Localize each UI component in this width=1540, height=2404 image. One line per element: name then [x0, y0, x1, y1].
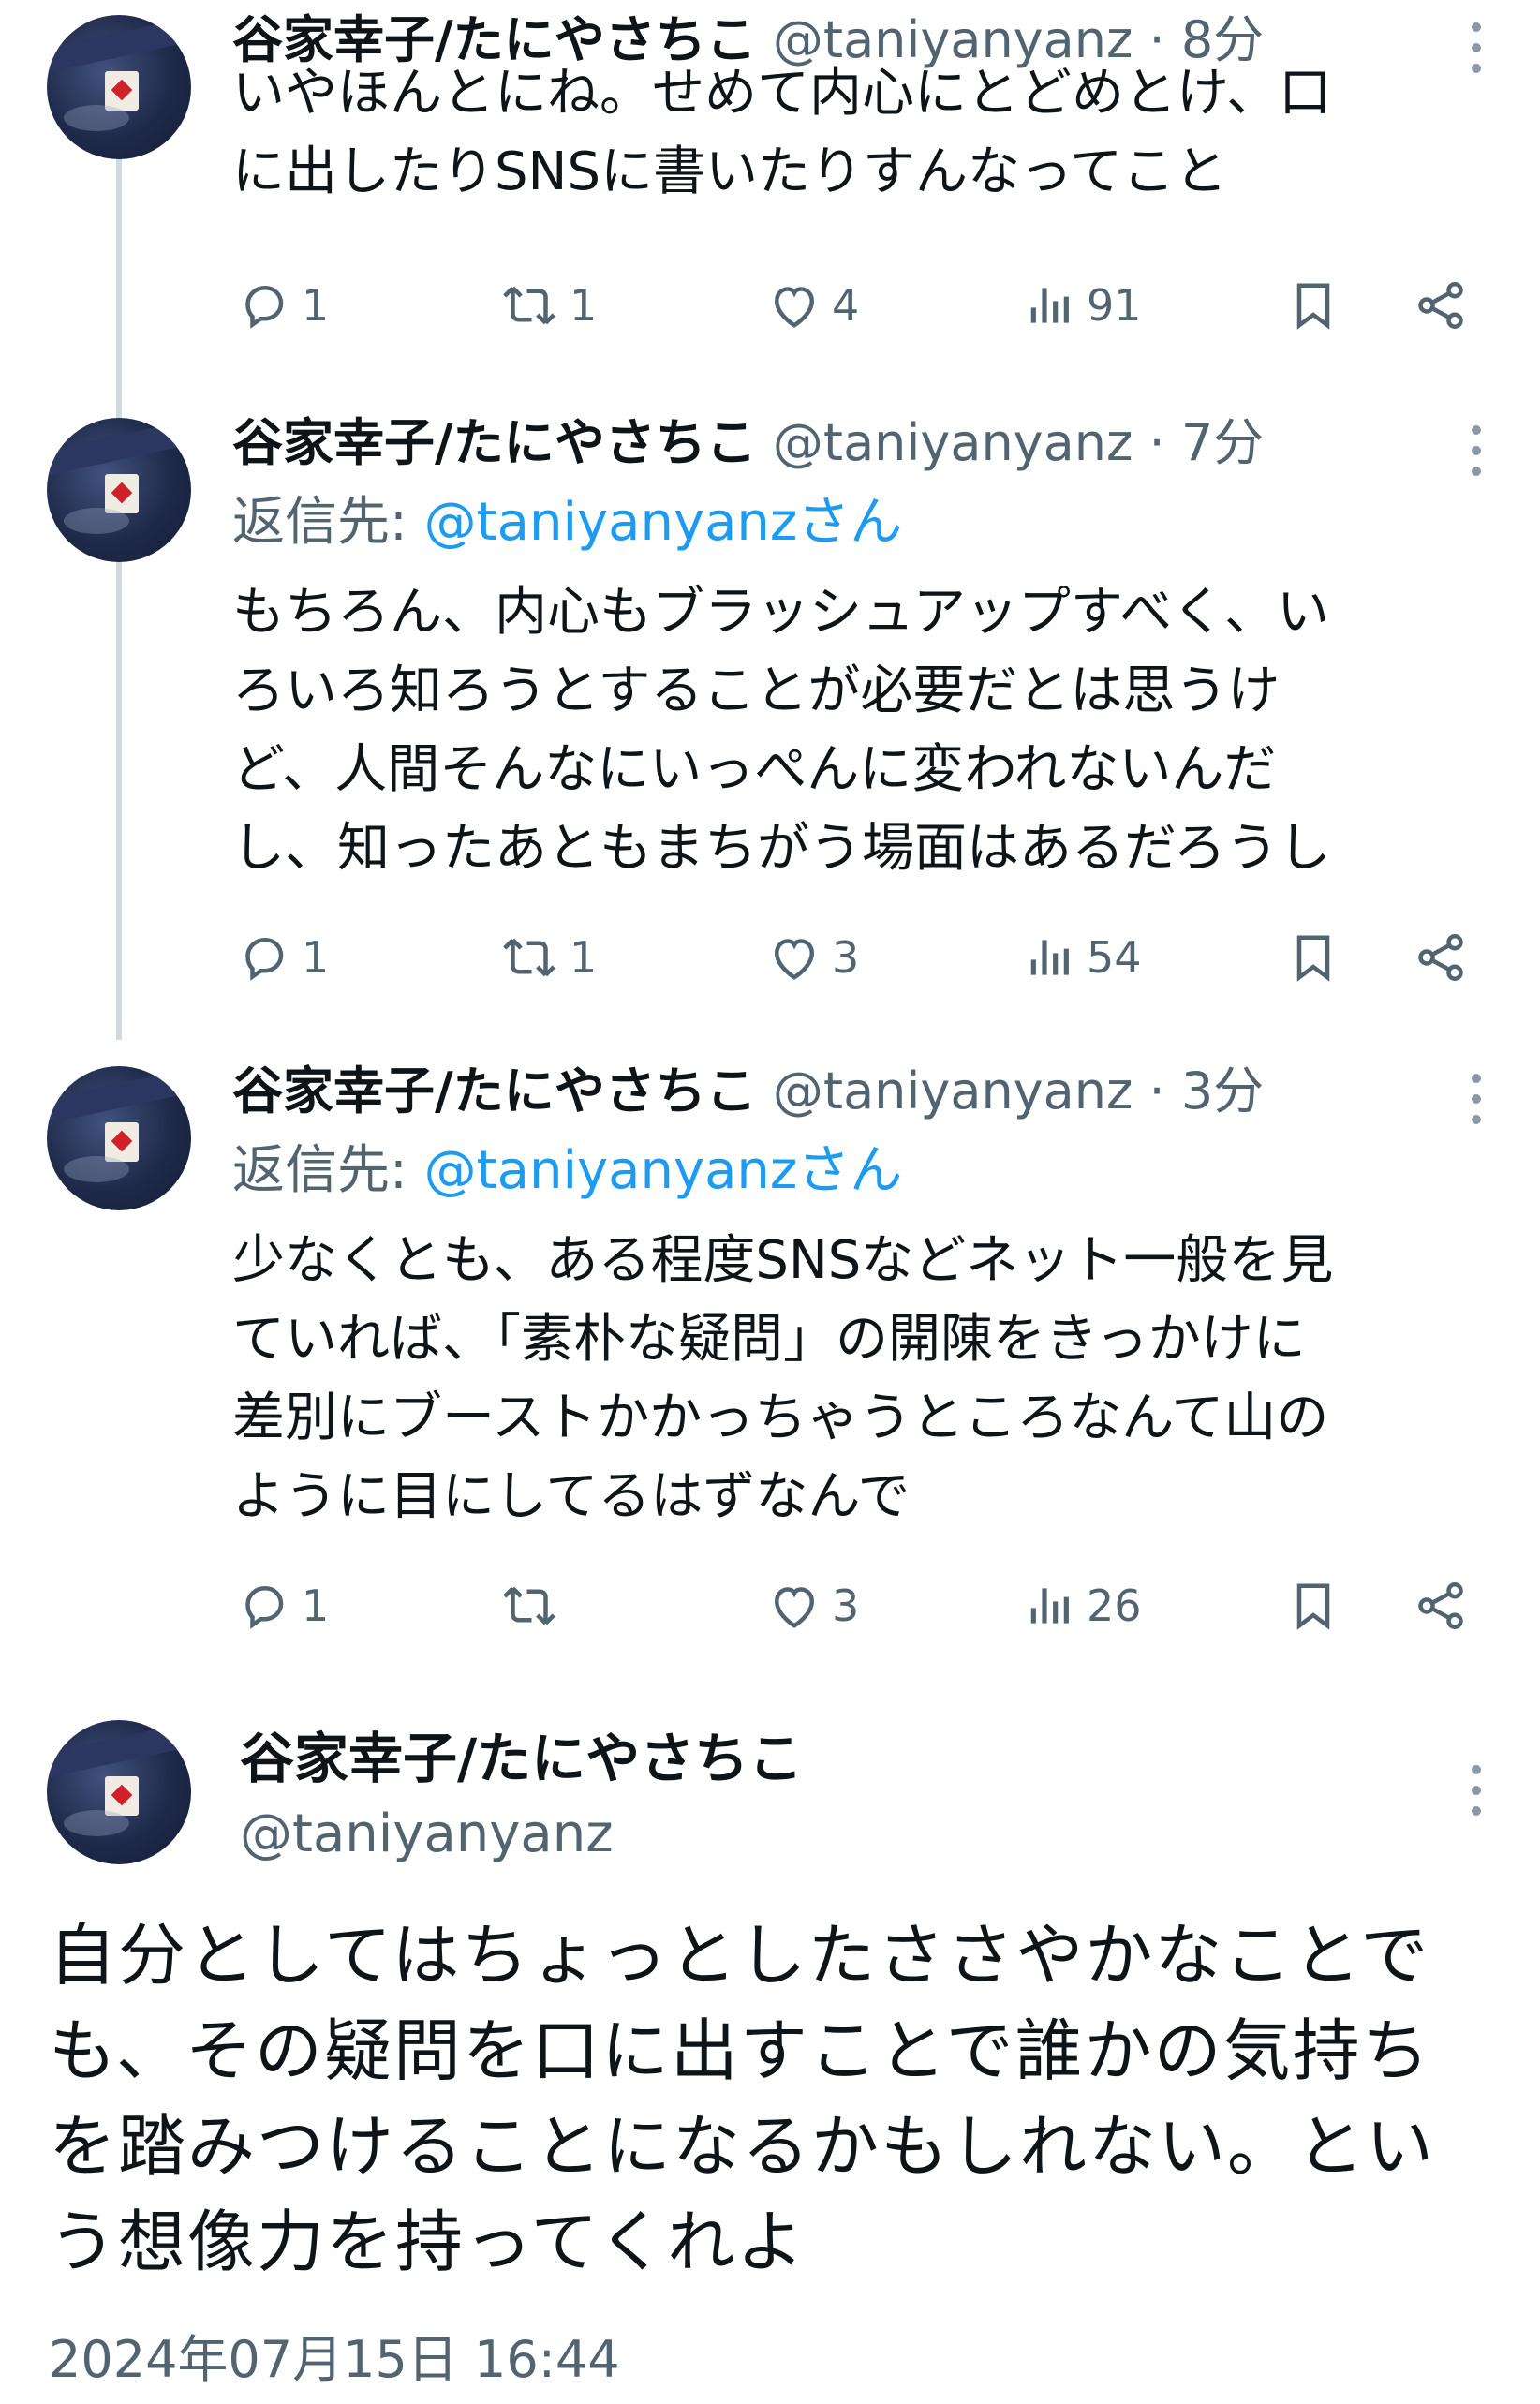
post-time[interactable]: 7分: [1181, 413, 1264, 472]
avatar[interactable]: [47, 1066, 191, 1210]
like-button[interactable]: 3: [766, 1568, 859, 1643]
repost-icon: [503, 938, 555, 977]
avatar[interactable]: [47, 15, 191, 159]
reply-to-link[interactable]: @taniyanyanzさん: [424, 1140, 903, 1201]
action-bar: 1 1 4 91: [0, 268, 1540, 343]
like-count: 3: [832, 932, 860, 983]
reply-to-label: 返信先:: [232, 1140, 424, 1201]
like-count: 3: [832, 1580, 860, 1631]
bookmark-icon: [1296, 935, 1330, 982]
share-icon: [1418, 1582, 1463, 1629]
repost-icon: [503, 286, 555, 325]
post-time[interactable]: 3分: [1181, 1061, 1264, 1120]
reply-button[interactable]: 1: [236, 268, 329, 343]
bookmark-button[interactable]: [1285, 920, 1341, 995]
views-count: 91: [1087, 280, 1142, 331]
share-icon: [1418, 934, 1463, 981]
views-button[interactable]: 26: [1025, 1568, 1142, 1643]
like-icon: [774, 1587, 815, 1628]
reply-to-label: 返信先:: [232, 492, 424, 553]
repost-count: 1: [570, 280, 598, 331]
reply-count: 1: [302, 1580, 330, 1631]
bookmark-button[interactable]: [1285, 268, 1341, 343]
views-icon: [1030, 1588, 1069, 1624]
bookmark-button[interactable]: [1285, 1568, 1341, 1643]
like-button[interactable]: 3: [766, 920, 859, 995]
tweet-text: いやほんとにね。せめて内心にとどめとけ、口 に出したりSNSに書いたりすんなって…: [232, 63, 1332, 202]
reply-icon: [245, 1585, 284, 1629]
reply-icon: [245, 937, 284, 981]
more-icon[interactable]: [1467, 425, 1486, 476]
avatar[interactable]: [47, 1720, 191, 1864]
separator-dot: ·: [1148, 1061, 1165, 1120]
reply-to-link[interactable]: @taniyanyanzさん: [424, 492, 903, 553]
share-icon: [1418, 282, 1463, 329]
thread-connector-line: [116, 112, 122, 1040]
views-icon: [1030, 940, 1069, 975]
views-icon: [1030, 288, 1069, 323]
repost-icon: [503, 1586, 555, 1625]
repost-count: 1: [570, 932, 598, 983]
reply-count: 1: [302, 280, 330, 331]
user-handle[interactable]: @taniyanyanz: [773, 413, 1133, 472]
repost-button[interactable]: [498, 1568, 570, 1643]
reply-to-line: 返信先: @taniyanyanzさん: [232, 1145, 902, 1197]
repost-button[interactable]: 1: [498, 920, 597, 995]
bookmark-icon: [1296, 283, 1330, 330]
bookmark-icon: [1296, 1583, 1330, 1630]
display-name[interactable]: 谷家幸子/たにやさちこ: [232, 413, 757, 472]
share-button[interactable]: [1413, 1568, 1469, 1643]
share-button[interactable]: [1413, 268, 1469, 343]
separator-dot: ·: [1148, 413, 1165, 472]
action-bar: 1 1 3 54: [0, 920, 1540, 995]
reply-button[interactable]: 1: [236, 1568, 329, 1643]
reply-icon: [245, 285, 284, 329]
display-name[interactable]: 谷家幸子/たにやさちこ: [232, 1061, 757, 1120]
avatar[interactable]: [47, 418, 191, 562]
reply-to-line: 返信先: @taniyanyanzさん: [232, 497, 902, 549]
like-icon: [774, 287, 815, 328]
tweet-text: 自分としてはちょっとしたささやかなことで も、その疑問を口に出すことで誰かの気持…: [49, 1916, 1436, 2281]
reply-button[interactable]: 1: [236, 920, 329, 995]
like-icon: [774, 939, 815, 980]
tweet-header: 谷家幸子/たにやさちこ @taniyanyanz · 7分: [232, 418, 1264, 468]
more-icon[interactable]: [1467, 1765, 1486, 1816]
tweet-text: もちろん、内心もブラッシュアップすべく、い ろいろ知ろうとすることが必要だとは思…: [232, 582, 1331, 879]
action-bar: 1 3 26: [0, 1568, 1540, 1643]
views-count: 26: [1087, 1580, 1142, 1631]
display-name[interactable]: 谷家幸子/たにやさちこ: [240, 1731, 803, 1786]
like-count: 4: [832, 280, 860, 331]
views-count: 54: [1087, 932, 1142, 983]
user-handle[interactable]: @taniyanyanz: [773, 1061, 1133, 1120]
share-button[interactable]: [1413, 920, 1469, 995]
more-icon[interactable]: [1467, 1074, 1486, 1124]
repost-button[interactable]: 1: [498, 268, 597, 343]
views-button[interactable]: 54: [1025, 920, 1142, 995]
user-handle[interactable]: @taniyanyanz: [240, 1808, 614, 1861]
like-button[interactable]: 4: [766, 268, 859, 343]
reply-count: 1: [302, 932, 330, 983]
views-button[interactable]: 91: [1025, 268, 1142, 343]
post-timestamp[interactable]: 2024年07月15日 16:44: [49, 2335, 620, 2385]
tweet-text: 少なくとも、ある程度SNSなどネット一般を見 ていれば、「素朴な疑問」の開陳をき…: [232, 1230, 1334, 1527]
tweet-header: 谷家幸子/たにやさちこ @taniyanyanz · 3分: [232, 1066, 1264, 1117]
